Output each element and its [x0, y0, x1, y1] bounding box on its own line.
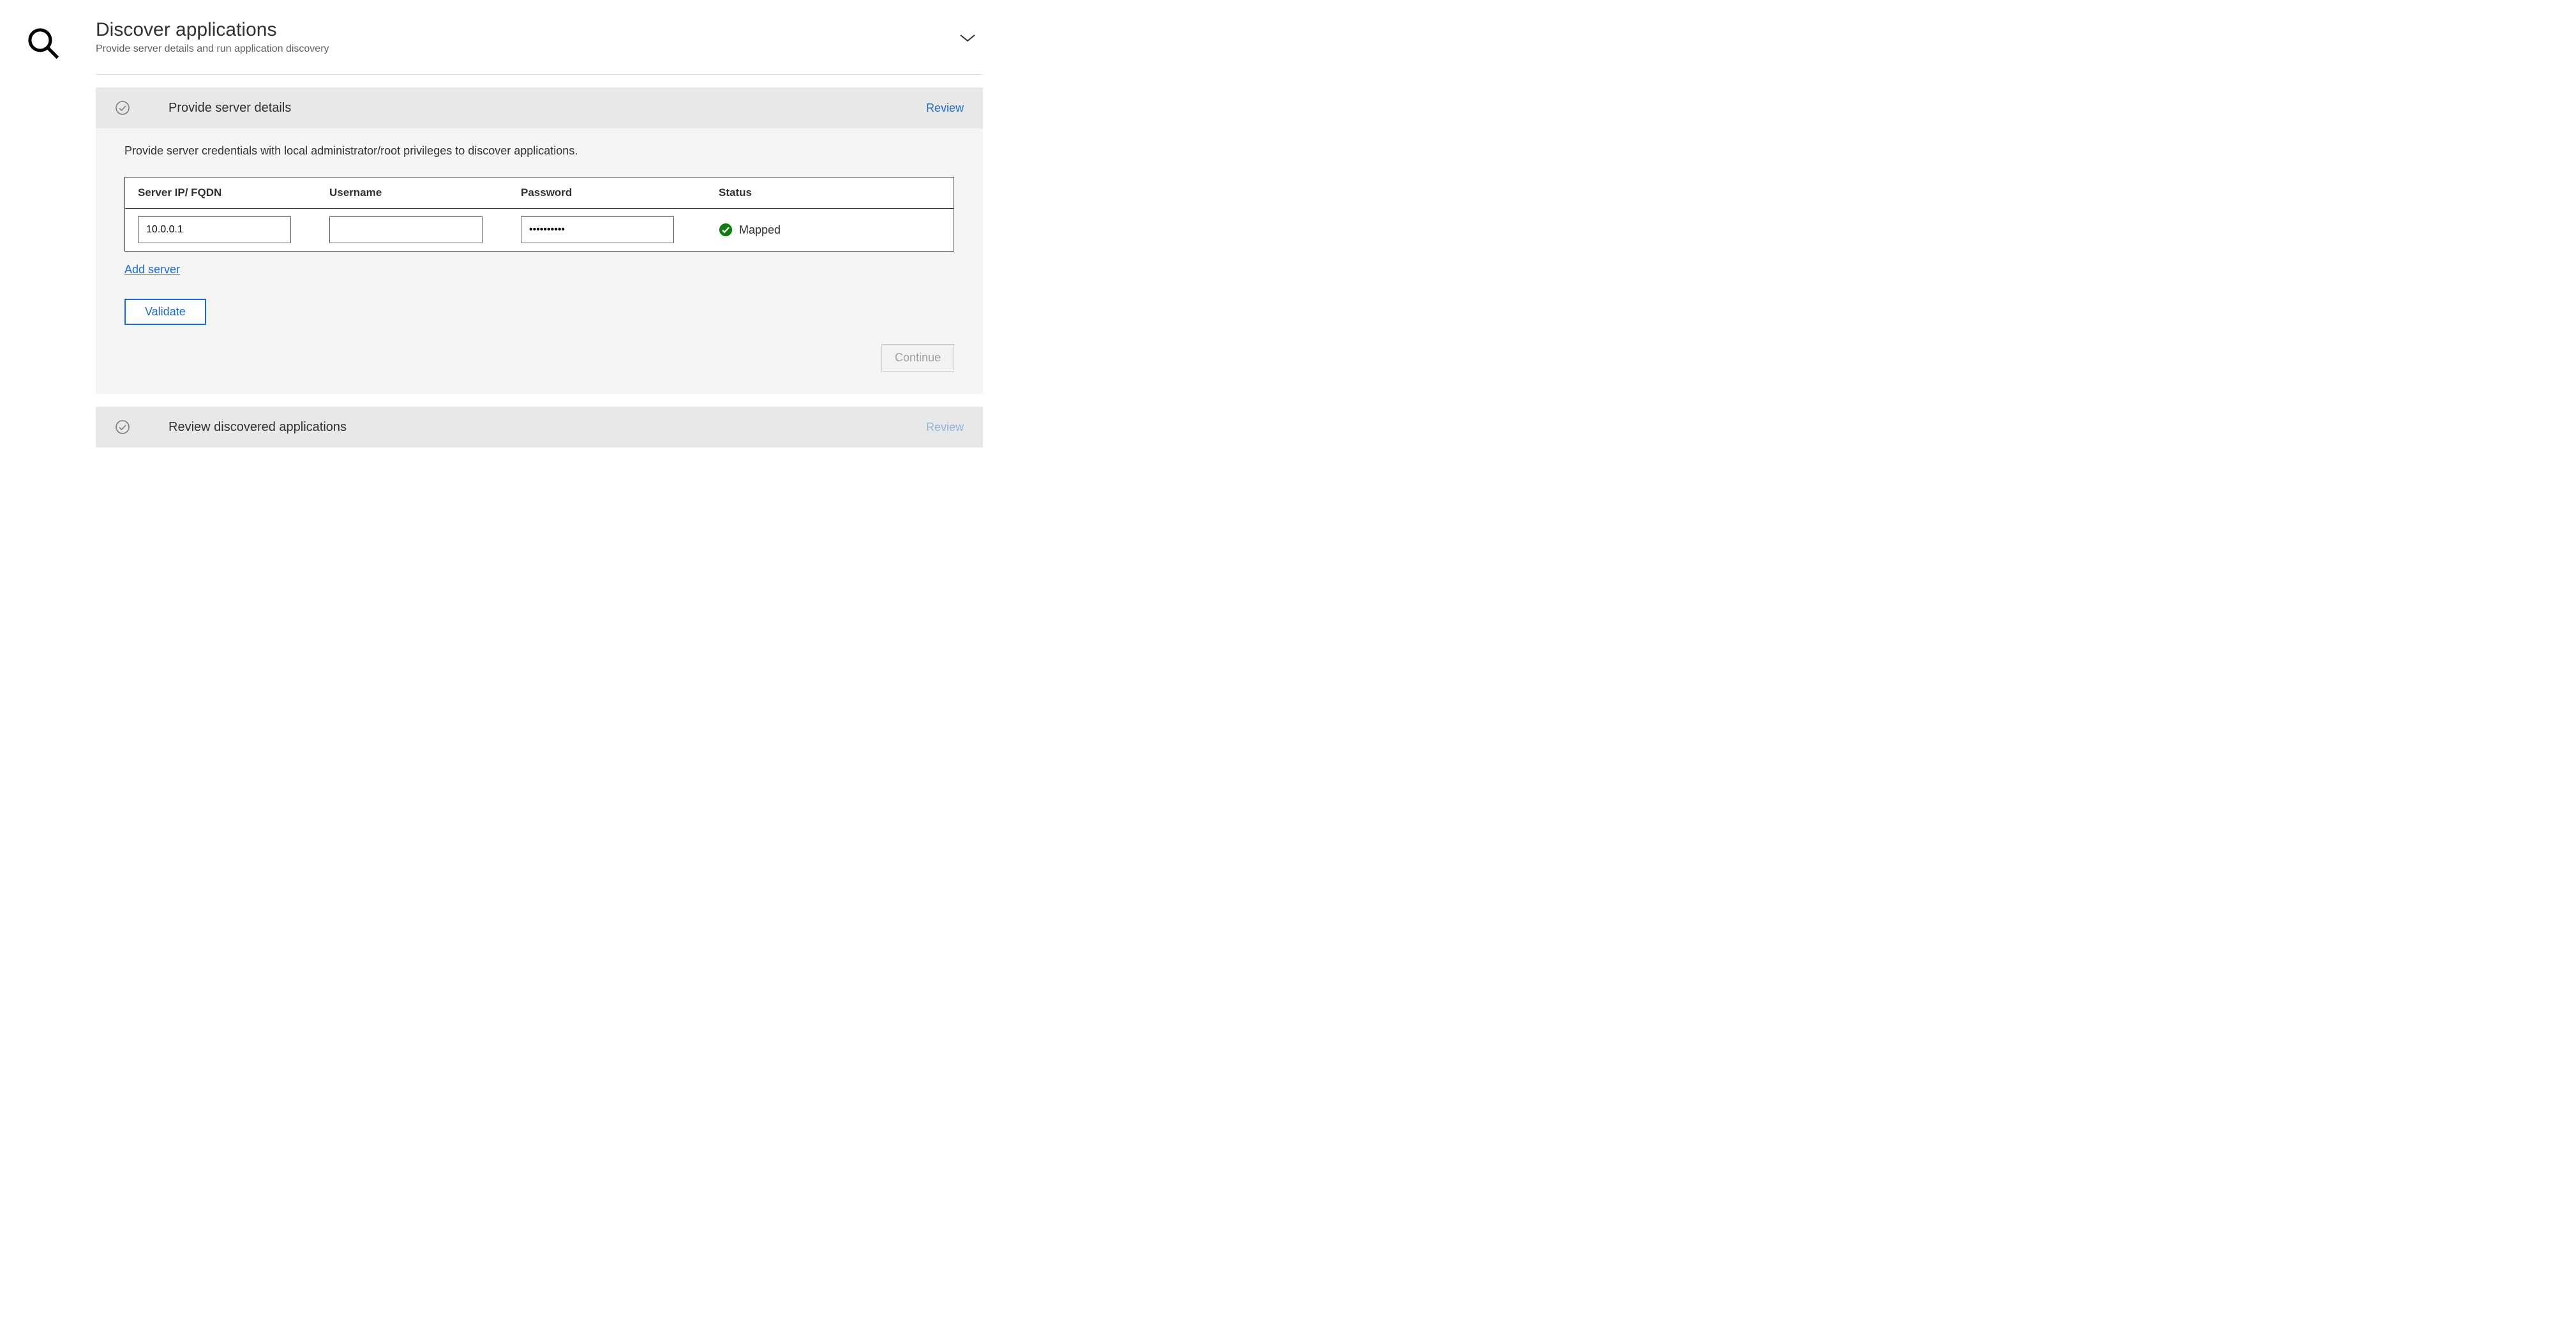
server-ip-input[interactable] [138, 216, 291, 243]
validate-button[interactable]: Validate [124, 299, 206, 325]
page-subtitle: Provide server details and run applicati… [96, 43, 959, 55]
table-row: Mapped [125, 209, 954, 251]
continue-button: Continue [881, 344, 954, 372]
section-review-discovered-applications: Review discovered applications Review [96, 407, 983, 448]
table-header: Server IP/ FQDN Username Password Status [125, 177, 954, 209]
divider [96, 74, 983, 75]
section-title: Provide server details [168, 101, 926, 116]
username-input[interactable] [329, 216, 483, 243]
success-check-icon [719, 223, 733, 237]
column-header-username: Username [329, 186, 521, 199]
review-link[interactable]: Review [926, 421, 964, 434]
collapse-toggle[interactable] [959, 19, 983, 47]
instruction-text: Provide server credentials with local ad… [124, 144, 954, 158]
status-label: Mapped [739, 223, 781, 237]
section-title: Review discovered applications [168, 420, 926, 435]
password-input[interactable] [521, 216, 674, 243]
column-header-status: Status [719, 186, 941, 199]
page-title: Discover applications [96, 19, 959, 41]
column-header-password: Password [521, 186, 719, 199]
add-server-link[interactable]: Add server [124, 263, 180, 276]
check-circle-icon [115, 100, 130, 116]
server-table: Server IP/ FQDN Username Password Status [124, 177, 954, 252]
review-link[interactable]: Review [926, 102, 964, 115]
search-icon [26, 19, 64, 460]
section-provide-server-details: Provide server details Review Provide se… [96, 87, 983, 394]
column-header-ip: Server IP/ FQDN [138, 186, 329, 199]
check-circle-icon [115, 419, 130, 435]
chevron-down-icon [959, 32, 977, 43]
